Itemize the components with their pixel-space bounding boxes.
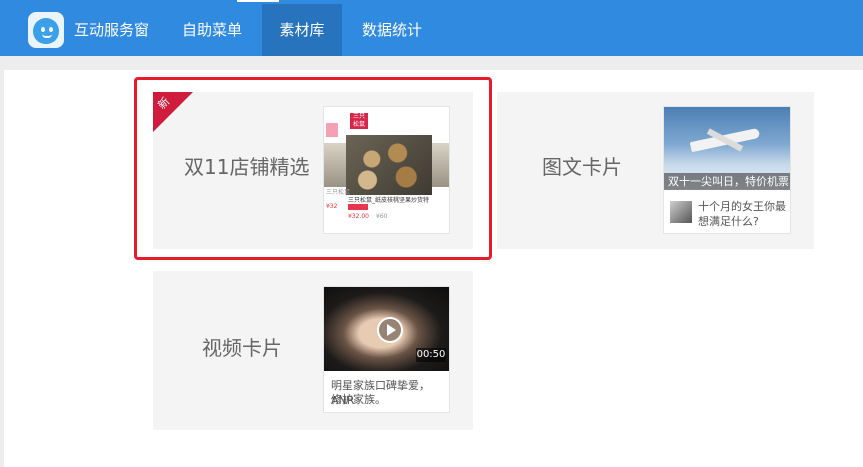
video-duration: 00:50 (416, 348, 446, 362)
material-card-video[interactable]: 视频卡片 00:50 明星家族口碑挚爱，ANR 修护家族。 (153, 271, 473, 430)
brand-title[interactable]: 互动服务窗 (74, 20, 149, 40)
card-title: 图文卡片 (542, 155, 622, 179)
video-thumbnail: 00:50 明星家族口碑挚爱，ANR 修护家族。 (323, 286, 450, 413)
tab-material-library[interactable]: 素材库 (262, 4, 342, 56)
avatar (670, 201, 692, 223)
tab-self-service-menu[interactable]: 自助菜单 (168, 4, 256, 56)
selection-highlight-frame (134, 77, 492, 260)
thumbnail-text-line2: 修护家族。 (331, 393, 386, 406)
tab-data-statistics[interactable]: 数据统计 (346, 4, 438, 56)
top-accent-line (237, 0, 279, 2)
material-card-image-text[interactable]: 图文卡片 双十一尖叫日，特价机票 十个月的女王你最 想满足什么? (497, 92, 814, 249)
thumbnail-text-line1: 十个月的女王你最 (698, 200, 786, 213)
play-icon (377, 317, 403, 343)
top-navbar: 互动服务窗 自助菜单 素材库 数据统计 (0, 0, 863, 56)
image-text-thumbnail: 双十一尖叫日，特价机票 十个月的女王你最 想满足什么? (663, 106, 791, 234)
card-title: 视频卡片 (202, 336, 282, 360)
app-logo-icon[interactable] (28, 12, 64, 48)
thumbnail-caption: 双十一尖叫日，特价机票 (664, 173, 790, 190)
thumbnail-text-line2: 想满足什么? (698, 215, 759, 228)
